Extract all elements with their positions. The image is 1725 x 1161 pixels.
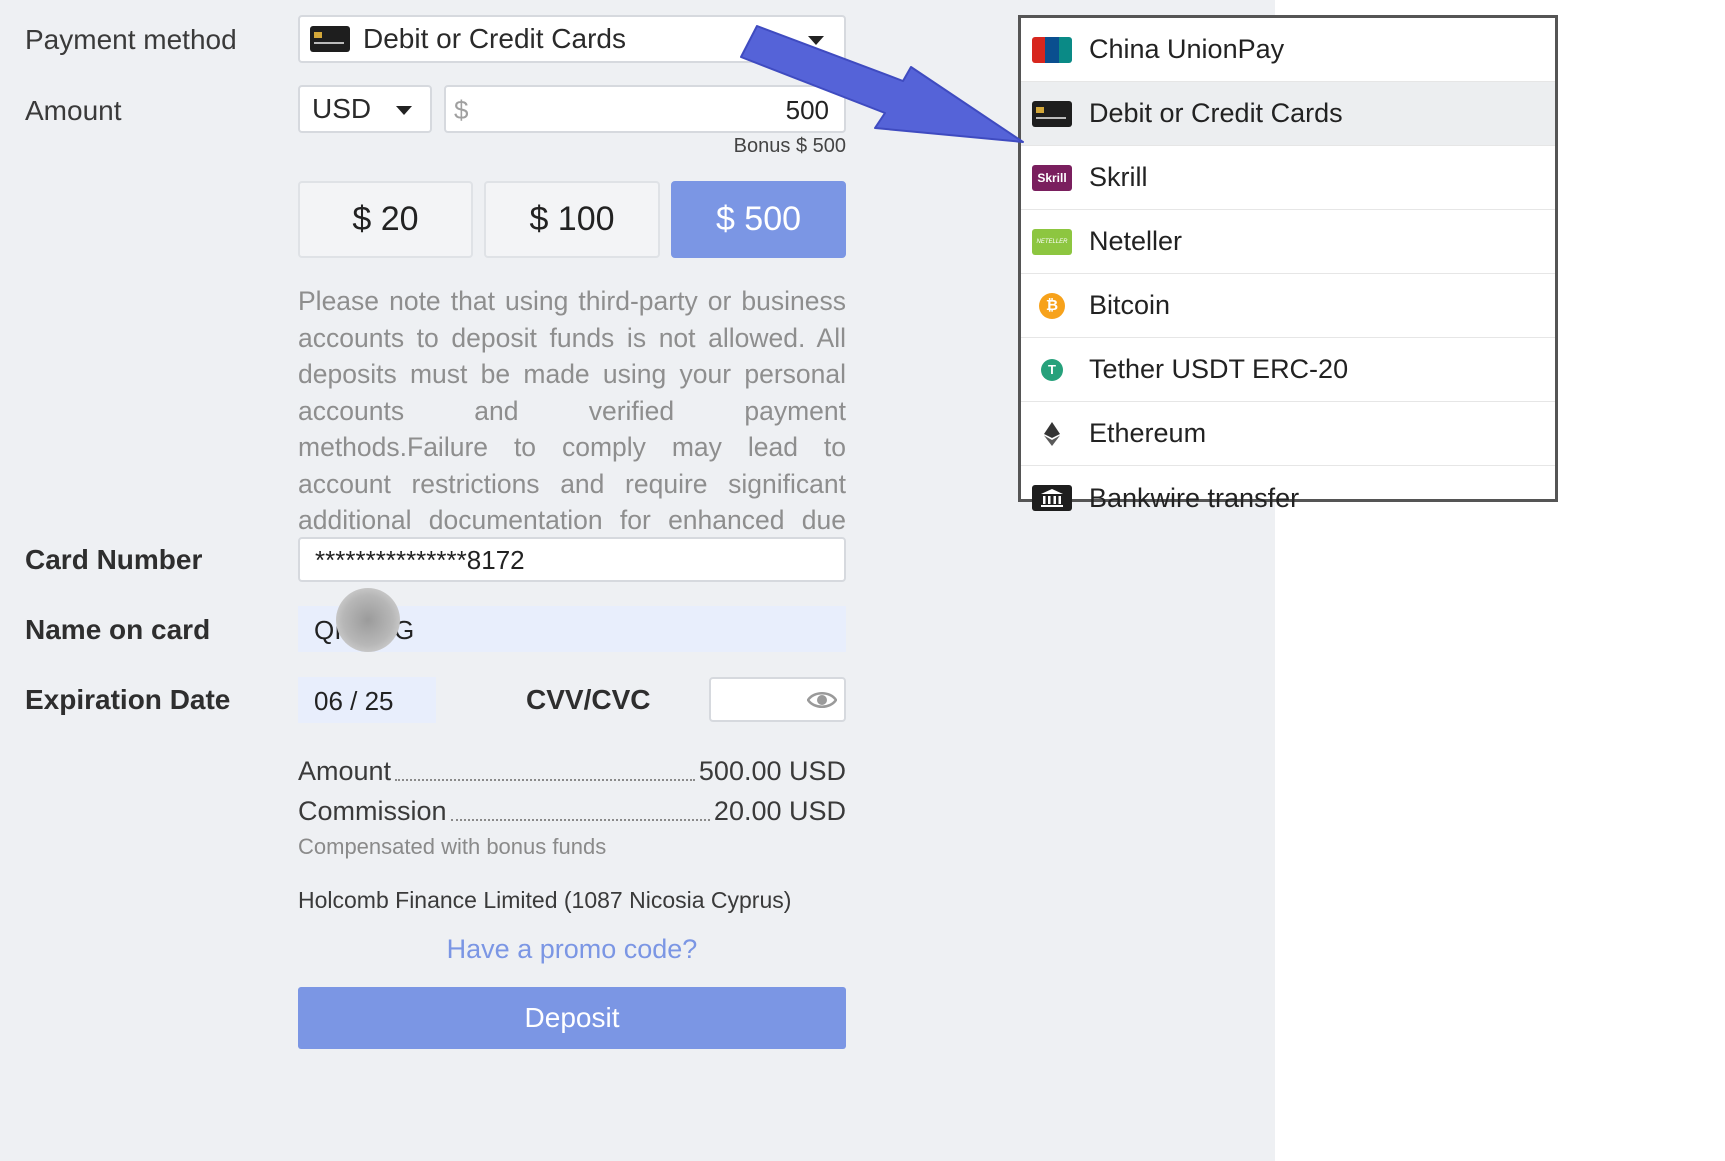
currency-value: USD [312, 93, 372, 124]
payment-method-dropdown: China UnionPay Debit or Credit Cards Skr… [1018, 15, 1558, 513]
dropdown-item-skrill[interactable]: Skrill Skrill [1021, 146, 1555, 210]
ethereum-icon [1030, 419, 1074, 449]
dropdown-item-debit-credit-cards[interactable]: Debit or Credit Cards [1021, 82, 1555, 146]
dropdown-item-bankwire[interactable]: Bankwire transfer [1021, 466, 1555, 530]
summary-commission-label: Commission [298, 796, 447, 826]
neteller-icon: NETELLER [1030, 227, 1074, 257]
credit-card-icon [310, 26, 350, 52]
dropdown-item-label: Neteller [1089, 226, 1183, 256]
summary-amount-value: 500.00 USD [698, 756, 846, 786]
skrill-icon: Skrill [1030, 163, 1074, 193]
dropdown-item-label: Tether USDT ERC-20 [1089, 354, 1349, 384]
promo-code-link[interactable]: Have a promo code? [298, 934, 846, 965]
preset-500-button[interactable]: $ 500 [671, 181, 846, 258]
expiration-date-label: Expiration Date [25, 684, 231, 715]
deposit-policy-note: Please note that using third-party or bu… [298, 286, 846, 572]
cvv-label: CVV/CVC [526, 684, 651, 715]
dropdown-item-label: Debit or Credit Cards [1089, 98, 1343, 128]
expiration-date-input[interactable]: 06 / 25 [298, 677, 436, 723]
deposit-button[interactable]: Deposit [298, 987, 846, 1049]
card-number-input[interactable]: ***************8172 [298, 537, 846, 582]
summary-amount-row: Amount 500.00 USD [298, 756, 846, 787]
dropdown-item-label: Skrill [1089, 162, 1148, 192]
summary-amount-label: Amount [298, 756, 392, 786]
summary-commission-value: 20.00 USD [713, 796, 846, 826]
payment-method-value: Debit or Credit Cards [363, 23, 626, 54]
preset-20-button[interactable]: $ 20 [298, 181, 473, 258]
dropdown-item-tether[interactable]: T Tether USDT ERC-20 [1021, 338, 1555, 402]
redaction-blur [336, 588, 400, 652]
dropdown-item-china-unionpay[interactable]: China UnionPay [1021, 18, 1555, 82]
dropdown-item-label: China UnionPay [1089, 34, 1285, 64]
name-on-card-label: Name on card [25, 614, 211, 645]
name-on-card-input[interactable]: QI G [298, 588, 846, 652]
dropdown-item-ethereum[interactable]: Ethereum [1021, 402, 1555, 466]
dotted-leader [395, 779, 695, 781]
payment-method-label: Payment method [25, 24, 237, 55]
compensated-note: Compensated with bonus funds [298, 834, 607, 859]
bitcoin-icon: ₿ [1030, 291, 1074, 321]
unionpay-icon [1030, 35, 1074, 65]
company-info: Holcomb Finance Limited (1087 Nicosia Cy… [298, 887, 792, 913]
preset-100-button[interactable]: $ 100 [484, 181, 660, 258]
amount-label: Amount [25, 95, 122, 126]
dropdown-item-neteller[interactable]: NETELLER Neteller [1021, 210, 1555, 274]
cvv-input[interactable] [709, 677, 846, 722]
expiration-date-value: 06 / 25 [314, 686, 394, 716]
eye-icon[interactable] [807, 689, 837, 711]
annotation-arrow-icon [740, 25, 1024, 143]
credit-card-icon [1030, 99, 1074, 129]
dropdown-item-label: Bankwire transfer [1089, 482, 1300, 513]
dropdown-item-label: Bitcoin [1089, 290, 1171, 320]
currency-select[interactable]: USD [298, 85, 432, 133]
card-number-value: ***************8172 [315, 545, 525, 575]
dotted-leader [450, 819, 710, 821]
dropdown-item-label: Ethereum [1089, 418, 1207, 448]
currency-symbol: $ [454, 95, 469, 125]
dropdown-item-bitcoin[interactable]: ₿ Bitcoin [1021, 274, 1555, 338]
bank-icon [1030, 483, 1074, 513]
chevron-down-icon [396, 106, 412, 115]
tether-icon: T [1030, 355, 1074, 385]
card-number-label: Card Number [25, 544, 203, 575]
summary-commission-row: Commission 20.00 USD [298, 796, 846, 827]
